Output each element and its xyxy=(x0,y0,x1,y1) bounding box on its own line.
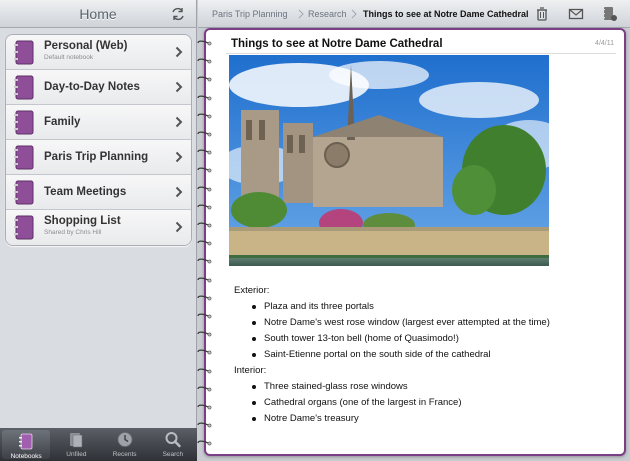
notebook-list: Personal (Web) Default notebook Day-to-D… xyxy=(5,34,192,246)
note-date: 4/4/11 xyxy=(595,40,614,47)
trash-icon[interactable] xyxy=(534,6,550,22)
binding-ring xyxy=(197,331,212,337)
notebook-item-day-to-day-notes[interactable]: Day-to-Day Notes xyxy=(6,70,191,105)
notebook-name: Shopping List xyxy=(44,215,121,227)
binding-ring xyxy=(197,58,212,64)
email-icon[interactable] xyxy=(568,6,584,22)
tab-recents[interactable]: Recents xyxy=(101,428,149,461)
note-title[interactable]: Things to see at Notre Dame Cathedral xyxy=(231,38,443,50)
binding-ring xyxy=(197,40,212,46)
note-page: Things to see at Notre Dame Cathedral 4/… xyxy=(204,28,626,456)
breadcrumb-notebook[interactable]: Paris Trip Planning xyxy=(212,9,288,19)
list-item: Saint-Etienne portal on the south side o… xyxy=(234,347,550,363)
binding-ring xyxy=(197,258,212,264)
notebooks-icon xyxy=(19,433,33,450)
list-item: Notre Dame's treasury xyxy=(234,411,550,427)
bullet-list: Three stained-glass rose windows Cathedr… xyxy=(234,379,550,427)
search-icon xyxy=(165,432,181,448)
binding-ring xyxy=(197,95,212,100)
notebook-name: Team Meetings xyxy=(44,186,127,198)
binding-ring xyxy=(197,222,212,228)
binding-ring xyxy=(197,295,212,301)
notebook-name: Family xyxy=(44,116,81,128)
recents-icon xyxy=(117,432,133,447)
list-item: Notre Dame's west rose window (largest e… xyxy=(234,315,550,331)
notre-dame-photo xyxy=(229,55,549,266)
note-body[interactable]: Exterior: Plaza and its three portals No… xyxy=(234,283,550,427)
notebook-name: Paris Trip Planning xyxy=(44,151,149,163)
binding-ring xyxy=(197,440,212,446)
breadcrumb-separator-icon xyxy=(298,9,304,19)
binding-ring xyxy=(197,313,212,319)
sidebar-header: Home xyxy=(0,0,196,28)
chevron-right-icon xyxy=(175,81,183,93)
unfiled-icon xyxy=(70,433,83,448)
notebook-icon xyxy=(14,180,34,205)
tab-label: Search xyxy=(162,451,184,458)
sync-icon[interactable] xyxy=(170,6,186,22)
sidebar-title: Home xyxy=(79,6,117,22)
chevron-right-icon xyxy=(175,186,183,198)
tab-unfiled[interactable]: Unfiled xyxy=(52,428,100,461)
notebook-icon xyxy=(14,215,34,240)
tab-search[interactable]: Search xyxy=(149,428,197,461)
binding-ring xyxy=(197,186,212,191)
section-heading: Exterior: xyxy=(234,285,270,296)
notebook-item-team-meetings[interactable]: Team Meetings xyxy=(6,175,191,210)
notebook-settings-icon[interactable] xyxy=(602,6,618,22)
breadcrumb-separator-icon xyxy=(351,9,357,19)
notebook-item-personal-web[interactable]: Personal (Web) Default notebook xyxy=(6,35,191,70)
binding-ring xyxy=(197,240,212,246)
binding-ring xyxy=(197,404,212,410)
notebook-item-shopping-list[interactable]: Shopping List Shared by Chris Hill xyxy=(6,210,191,245)
notebook-subtitle: Shared by Chris Hill xyxy=(44,229,102,236)
binding-ring xyxy=(197,349,212,355)
notebook-name: Personal (Web) xyxy=(44,40,128,52)
bottom-tab-bar: Notebooks Unfiled Recents Search xyxy=(0,428,197,461)
tab-label: Recents xyxy=(112,451,137,458)
binding-ring xyxy=(197,131,212,137)
tab-label: Unfiled xyxy=(66,451,87,458)
binding-ring xyxy=(197,386,212,392)
notebook-item-family[interactable]: Family xyxy=(6,105,191,140)
bullet-list: Plaza and its three portals Notre Dame's… xyxy=(234,299,550,363)
tab-label: Notebooks xyxy=(10,453,42,460)
chevron-right-icon xyxy=(175,46,183,58)
notebook-name: Day-to-Day Notes xyxy=(44,81,140,93)
breadcrumb-current-note: Things to see at Notre Dame Cathedral xyxy=(363,9,529,19)
binding-ring xyxy=(197,277,212,282)
list-item: Cathedral organs (one of the largest in … xyxy=(234,395,550,411)
notebooks-sidebar: Home Personal (Web) Default notebook Day… xyxy=(0,0,197,461)
binding-ring xyxy=(197,422,212,428)
binding-ring xyxy=(197,149,212,155)
list-item: Plaza and its three portals xyxy=(234,299,550,315)
notebook-icon xyxy=(14,110,34,135)
chevron-right-icon xyxy=(175,151,183,163)
binding-ring xyxy=(197,167,212,173)
binding-ring xyxy=(197,113,212,119)
breadcrumb-section[interactable]: Research xyxy=(308,9,347,19)
notebook-subtitle: Default notebook xyxy=(44,54,94,61)
chevron-right-icon xyxy=(175,221,183,233)
note-toolbar: Paris Trip Planning Research Things to s… xyxy=(198,0,630,28)
section-heading: Interior: xyxy=(234,365,267,376)
title-divider xyxy=(226,53,616,54)
tab-notebooks[interactable]: Notebooks xyxy=(2,430,51,460)
spiral-binding xyxy=(197,28,213,458)
chevron-right-icon xyxy=(175,116,183,128)
binding-ring xyxy=(197,76,212,82)
binding-ring xyxy=(197,368,212,373)
binding-ring xyxy=(197,204,212,210)
notebook-icon xyxy=(14,75,34,100)
notebook-icon xyxy=(14,40,34,65)
list-item: Three stained-glass rose windows xyxy=(234,379,550,395)
list-item: South tower 13-ton bell (home of Quasimo… xyxy=(234,331,550,347)
notebook-item-paris-trip-planning[interactable]: Paris Trip Planning xyxy=(6,140,191,175)
notebook-icon xyxy=(14,145,34,170)
